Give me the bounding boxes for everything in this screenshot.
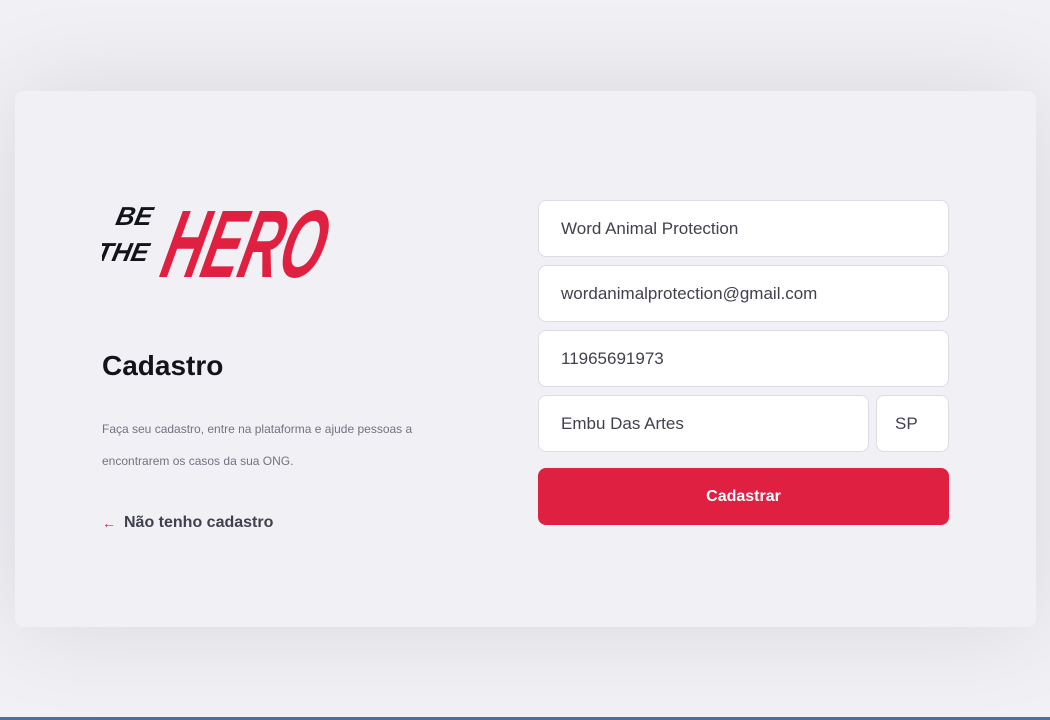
back-to-logon-link[interactable]: ← Não tenho cadastro [102, 514, 273, 532]
uf-input[interactable] [876, 395, 949, 452]
email-input[interactable] [538, 265, 949, 322]
city-input[interactable] [538, 395, 869, 452]
svg-text:BE: BE [113, 201, 157, 231]
be-the-hero-logo: BE THE HERO [102, 190, 334, 285]
page-description: Faça seu cadastro, entre na plataforma e… [102, 422, 413, 468]
page-title: Cadastro [102, 350, 224, 381]
svg-text:THE: THE [102, 237, 153, 267]
arrow-left-icon: ← [102, 515, 116, 531]
register-button[interactable]: Cadastrar [538, 468, 949, 525]
ong-name-input[interactable] [538, 200, 949, 257]
svg-text:HERO: HERO [153, 190, 334, 285]
whatsapp-input[interactable] [538, 330, 949, 387]
back-link-label: Não tenho cadastro [124, 514, 274, 531]
